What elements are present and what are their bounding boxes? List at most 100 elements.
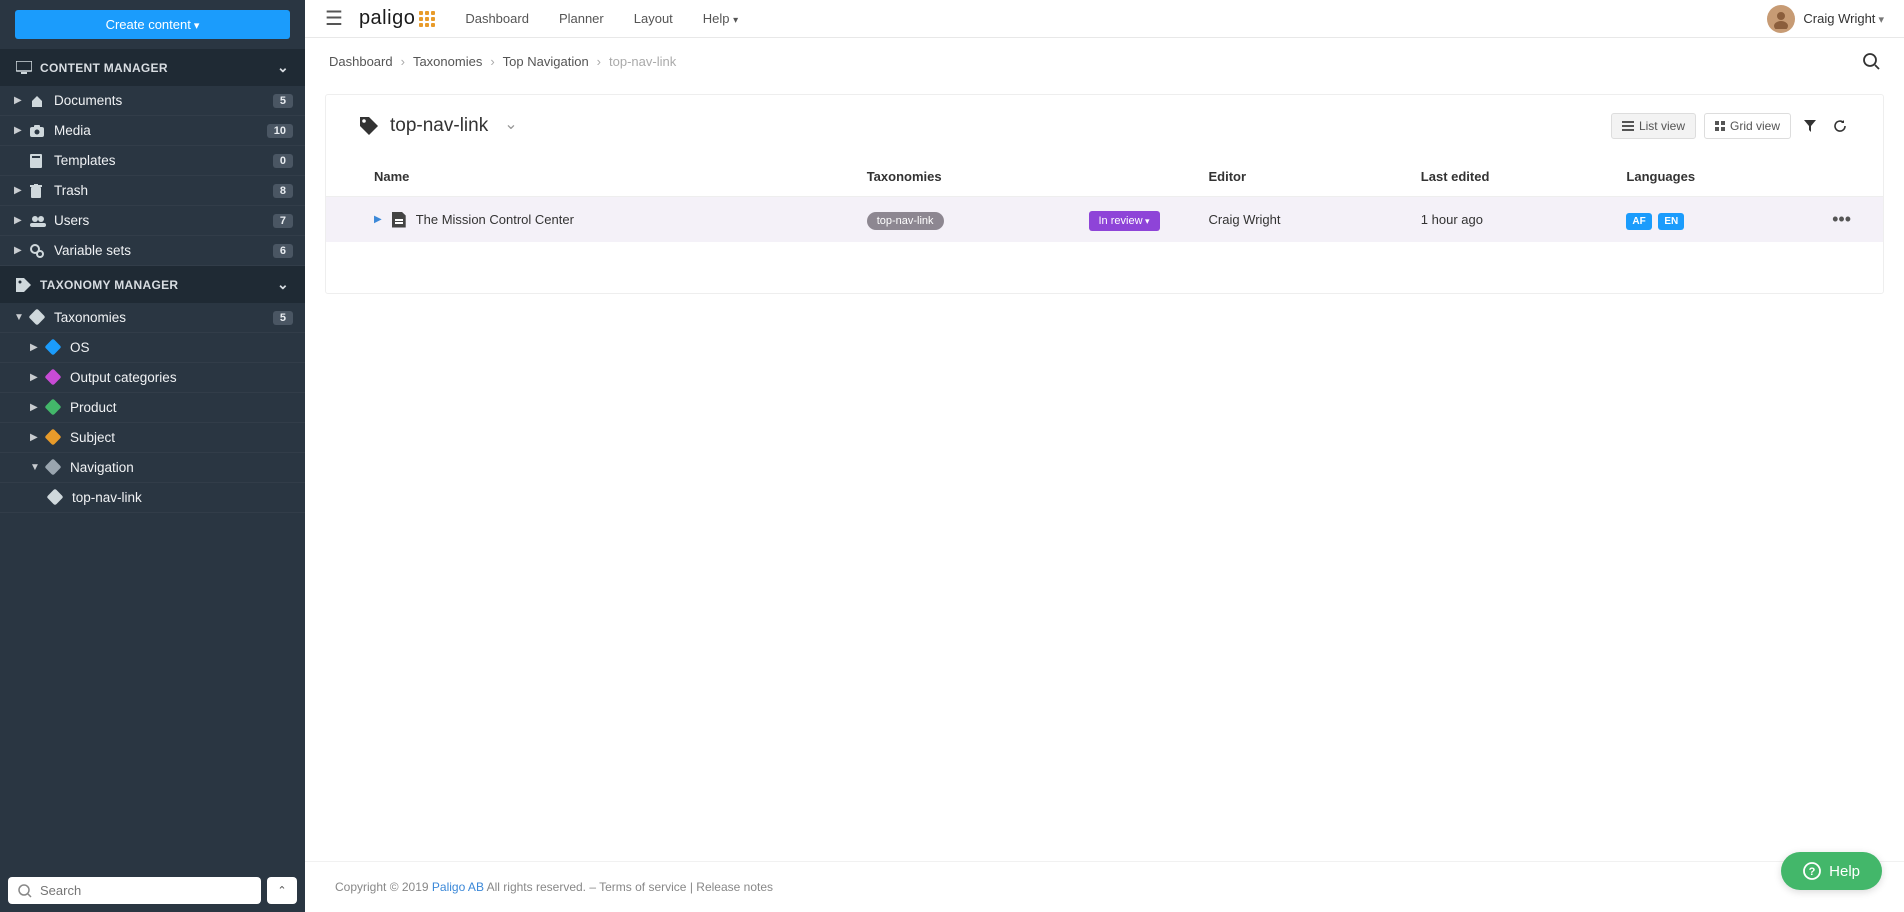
- col-name[interactable]: Name: [326, 157, 849, 197]
- sidebar-label: OS: [70, 340, 90, 355]
- crumb-dashboard[interactable]: Dashboard: [329, 54, 393, 69]
- tags-icon: [16, 278, 32, 292]
- taxonomy-pill[interactable]: top-nav-link: [867, 212, 944, 230]
- crumb-top-navigation[interactable]: Top Navigation: [503, 54, 589, 69]
- expand-arrow-icon: ▶: [14, 245, 24, 256]
- document-icon: [392, 212, 406, 228]
- col-last-edited[interactable]: Last edited: [1403, 157, 1609, 197]
- sidebar-label: Output categories: [70, 370, 177, 385]
- search-wrapper: [8, 877, 261, 904]
- sidebar-item-navigation[interactable]: ▼ Navigation: [0, 453, 305, 483]
- camera-icon: [30, 125, 48, 137]
- crumb-taxonomies[interactable]: Taxonomies: [413, 54, 482, 69]
- nav-layout[interactable]: Layout: [634, 11, 673, 26]
- crumb-sep: [490, 54, 494, 69]
- users-icon: [30, 215, 48, 227]
- tag-icon: [46, 400, 64, 415]
- avatar: [1767, 5, 1795, 33]
- search-input[interactable]: [40, 883, 251, 898]
- expand-arrow-icon: ▶: [14, 95, 24, 106]
- search-icon[interactable]: [1862, 52, 1880, 70]
- logo-dots-icon: [419, 11, 435, 27]
- sidebar-item-variable-sets[interactable]: ▶ Variable sets 6: [0, 236, 305, 266]
- expand-arrow-icon[interactable]: ▶: [374, 214, 382, 225]
- tag-icon: [46, 460, 64, 475]
- breadcrumb: Dashboard Taxonomies Top Navigation top-…: [305, 38, 1904, 84]
- sidebar-item-os[interactable]: ▶ OS: [0, 333, 305, 363]
- nav-dashboard[interactable]: Dashboard: [465, 11, 529, 26]
- count-badge: 0: [273, 154, 293, 168]
- col-languages[interactable]: Languages: [1608, 157, 1814, 197]
- lang-badge[interactable]: AF: [1626, 213, 1651, 230]
- sidebar-label: Media: [54, 123, 91, 138]
- help-button[interactable]: ? Help: [1781, 852, 1882, 890]
- expand-arrow-icon: ▶: [30, 402, 40, 413]
- filter-icon[interactable]: [1799, 115, 1821, 137]
- more-icon[interactable]: •••: [1832, 209, 1851, 229]
- hamburger-icon[interactable]: ☰: [325, 6, 343, 31]
- row-last-edited: 1 hour ago: [1403, 197, 1609, 243]
- sidebar-label: Variable sets: [54, 243, 131, 258]
- content-manager-header[interactable]: CONTENT MANAGER ⌄: [0, 49, 305, 86]
- count-badge: 7: [273, 214, 293, 228]
- sidebar-item-trash[interactable]: ▶ Trash 8: [0, 176, 305, 206]
- logo[interactable]: paligo: [359, 7, 435, 30]
- status-pill[interactable]: In review: [1089, 211, 1160, 231]
- sidebar-item-documents[interactable]: ▶ Documents 5: [0, 86, 305, 116]
- crumb-sep: [401, 54, 405, 69]
- content-card: top-nav-link List view Grid view: [325, 94, 1884, 294]
- count-badge: 5: [273, 311, 293, 325]
- sidebar-item-product[interactable]: ▶ Product: [0, 393, 305, 423]
- crumb-current: top-nav-link: [609, 54, 676, 69]
- sidebar-item-media[interactable]: ▶ Media 10: [0, 116, 305, 146]
- nav-help[interactable]: Help ▾: [703, 11, 738, 26]
- sidebar-label: Trash: [54, 183, 88, 198]
- tag-icon: [30, 310, 48, 325]
- expand-arrow-icon: ▶: [30, 372, 40, 383]
- sidebar-label: Subject: [70, 430, 115, 445]
- sidebar-item-taxonomies[interactable]: ▼ Taxonomies 5: [0, 303, 305, 333]
- tag-icon: [46, 370, 64, 385]
- expand-arrow-icon: ▼: [30, 462, 40, 473]
- taxonomy-manager-header[interactable]: TAXONOMY MANAGER ⌄: [0, 266, 305, 303]
- crumb-sep: [597, 54, 601, 69]
- gears-icon: [30, 244, 48, 258]
- refresh-icon[interactable]: [1829, 115, 1851, 137]
- trash-icon: [30, 184, 48, 198]
- table-row[interactable]: ▶ The Mission Control Center top-nav-lin…: [326, 197, 1883, 243]
- count-badge: 5: [273, 94, 293, 108]
- sidebar-label: top-nav-link: [72, 490, 142, 505]
- main: ☰ paligo Dashboard Planner Layout Help ▾: [305, 0, 1904, 912]
- home-icon: [30, 94, 48, 108]
- sidebar-item-top-nav-link[interactable]: top-nav-link: [0, 483, 305, 513]
- sidebar-label: Documents: [54, 93, 122, 108]
- row-name: The Mission Control Center: [416, 212, 574, 227]
- list-icon: [1622, 121, 1634, 131]
- sidebar-label: Product: [70, 400, 117, 415]
- sidebar-label: Users: [54, 213, 89, 228]
- list-view-button[interactable]: List view: [1611, 113, 1696, 139]
- page-title[interactable]: top-nav-link: [358, 115, 518, 137]
- lang-badge[interactable]: EN: [1658, 213, 1684, 230]
- footer-link-paligo[interactable]: Paligo AB: [432, 880, 484, 894]
- col-editor[interactable]: Editor: [1191, 157, 1403, 197]
- sidebar-item-output-categories[interactable]: ▶ Output categories: [0, 363, 305, 393]
- grid-icon: [1715, 121, 1725, 131]
- page-title-text: top-nav-link: [390, 115, 488, 137]
- col-taxonomies[interactable]: Taxonomies: [849, 157, 1071, 197]
- sidebar-item-subject[interactable]: ▶ Subject: [0, 423, 305, 453]
- tag-icon: [48, 490, 66, 505]
- collapse-button[interactable]: ⌃: [267, 877, 297, 904]
- grid-view-button[interactable]: Grid view: [1704, 113, 1791, 139]
- create-content-button[interactable]: Create content: [15, 10, 290, 39]
- sidebar-item-users[interactable]: ▶ Users 7: [0, 206, 305, 236]
- row-editor: Craig Wright: [1191, 197, 1403, 243]
- sidebar: Create content CONTENT MANAGER ⌄ ▶ Docum…: [0, 0, 305, 912]
- content-manager-label: CONTENT MANAGER: [40, 61, 168, 75]
- footer-link-release-notes[interactable]: Release notes: [696, 880, 773, 894]
- nav-planner[interactable]: Planner: [559, 11, 604, 26]
- user-menu[interactable]: Craig Wright: [1767, 5, 1884, 33]
- footer-link-tos[interactable]: Terms of service: [599, 880, 686, 894]
- sidebar-item-templates[interactable]: ▶ Templates 0: [0, 146, 305, 176]
- sidebar-label: Templates: [54, 153, 116, 168]
